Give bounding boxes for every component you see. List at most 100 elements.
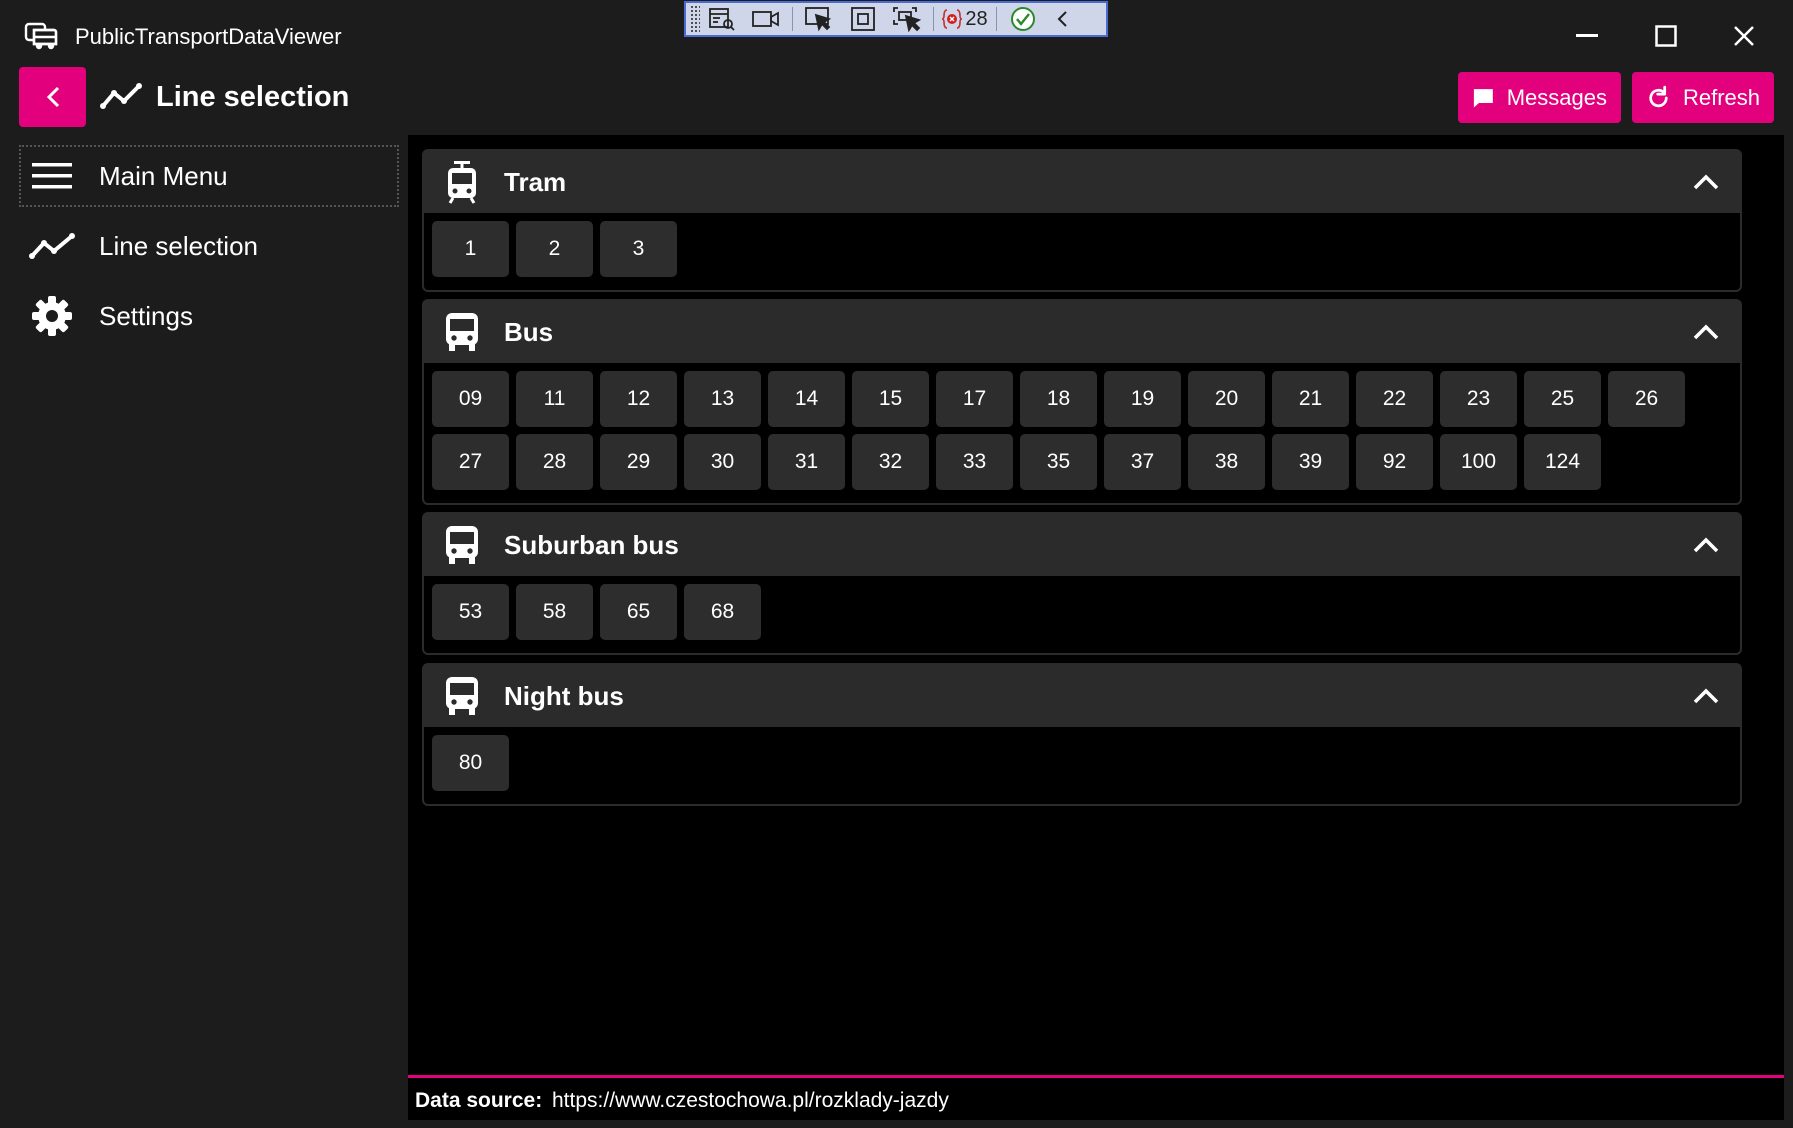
group-header[interactable]: Tram xyxy=(424,151,1740,213)
line-button[interactable]: 68 xyxy=(684,584,761,640)
hamburger-menu-icon xyxy=(27,156,77,196)
line-button[interactable]: 11 xyxy=(516,371,593,427)
line-button[interactable]: 17 xyxy=(936,371,1013,427)
line-button[interactable]: 09 xyxy=(432,371,509,427)
line-button[interactable]: 20 xyxy=(1188,371,1265,427)
line-button[interactable]: 92 xyxy=(1356,434,1433,490)
line-list: 123 xyxy=(424,213,1740,284)
sidebar-item-main-menu[interactable]: Main Menu xyxy=(19,145,399,207)
debug-toolbar: 28 xyxy=(684,1,1108,37)
line-button[interactable]: 28 xyxy=(516,434,593,490)
line-button[interactable]: 37 xyxy=(1104,434,1181,490)
messages-label: Messages xyxy=(1506,84,1607,110)
line-button[interactable]: 1 xyxy=(432,221,509,277)
night-bus-group: Night bus 80 xyxy=(422,663,1742,806)
line-chart-icon xyxy=(27,226,77,266)
line-button[interactable]: 18 xyxy=(1020,371,1097,427)
select-pointer-icon xyxy=(805,7,832,32)
line-button[interactable]: 53 xyxy=(432,584,509,640)
chevron-up-icon[interactable] xyxy=(1690,167,1722,197)
line-button[interactable]: 2 xyxy=(516,221,593,277)
line-button[interactable]: 32 xyxy=(852,434,929,490)
line-button[interactable]: 26 xyxy=(1608,371,1685,427)
line-button[interactable]: 80 xyxy=(432,735,509,791)
line-button[interactable]: 23 xyxy=(1440,371,1517,427)
line-button[interactable]: 35 xyxy=(1020,434,1097,490)
group-title: Tram xyxy=(504,166,567,197)
bus-group: Bus 09 11 12 13 14 15 17 18 19 20 21 22 23 25 26 27 28 29… xyxy=(422,299,1742,505)
line-button[interactable]: 14 xyxy=(768,371,845,427)
line-button[interactable]: 13 xyxy=(684,371,761,427)
refresh-button[interactable]: Refresh xyxy=(1632,72,1774,123)
line-list: 09 11 12 13 14 15 17 18 19 20 21 22 23 25 26 27 28 29 30 31… xyxy=(424,363,1740,497)
binding-failures-button[interactable]: 28 xyxy=(938,4,992,34)
suburban-bus-group: Suburban bus 53 58 65 68 xyxy=(422,512,1742,655)
line-button[interactable]: 29 xyxy=(600,434,677,490)
select-element-button[interactable] xyxy=(797,4,841,34)
chevron-up-icon[interactable] xyxy=(1690,530,1722,560)
refresh-icon xyxy=(1649,85,1668,107)
maximize-icon xyxy=(1655,25,1677,47)
messages-button[interactable]: Messages xyxy=(1458,72,1621,123)
group-header[interactable]: Bus xyxy=(424,301,1740,363)
app-title: PublicTransportDataViewer xyxy=(75,24,342,49)
line-button[interactable]: 27 xyxy=(432,434,509,490)
line-button[interactable]: 33 xyxy=(936,434,1013,490)
bus-icon xyxy=(442,674,482,718)
line-button[interactable]: 15 xyxy=(852,371,929,427)
visual-tree-icon xyxy=(709,8,735,31)
chevron-up-icon[interactable] xyxy=(1690,681,1722,711)
line-button[interactable]: 22 xyxy=(1356,371,1433,427)
minimize-icon xyxy=(1576,34,1598,37)
line-button[interactable]: 25 xyxy=(1524,371,1601,427)
line-list: 53 58 65 68 xyxy=(424,576,1740,647)
sidebar-item-settings[interactable]: Settings xyxy=(19,285,399,347)
check-circle-icon xyxy=(1011,7,1035,31)
hot-reload-status-button[interactable] xyxy=(1001,4,1045,34)
close-icon xyxy=(1734,26,1754,46)
gear-icon xyxy=(27,296,77,336)
maximize-button[interactable] xyxy=(1646,18,1686,54)
back-button[interactable] xyxy=(19,67,86,127)
toolbar-grip[interactable] xyxy=(690,5,700,33)
track-focus-icon xyxy=(893,7,922,32)
line-button[interactable]: 21 xyxy=(1272,371,1349,427)
display-layout-adorners-button[interactable] xyxy=(841,4,885,34)
data-source-label: Data source: xyxy=(415,1089,543,1112)
line-button[interactable]: 38 xyxy=(1188,434,1265,490)
line-button[interactable]: 65 xyxy=(600,584,677,640)
group-header[interactable]: Suburban bus xyxy=(424,514,1740,576)
sidebar-item-label: Line selection xyxy=(99,230,258,261)
group-header[interactable]: Night bus xyxy=(424,665,1740,727)
app-window: PublicTransportDataViewer 28 Line select… xyxy=(0,0,1793,1128)
line-button[interactable]: 58 xyxy=(516,584,593,640)
binding-failure-icon xyxy=(942,9,963,29)
line-selection-panel: Tram 123 Bus 09 11 12 13 14 15 17 18 19 20 xyxy=(408,135,1784,1077)
line-button[interactable]: 100 xyxy=(1440,434,1517,490)
record-button[interactable] xyxy=(744,4,788,34)
collapse-toolbar-button[interactable] xyxy=(1045,4,1079,34)
group-title: Suburban bus xyxy=(504,529,679,560)
line-button[interactable]: 12 xyxy=(600,371,677,427)
line-button[interactable]: 39 xyxy=(1272,434,1349,490)
close-button[interactable] xyxy=(1724,18,1764,54)
minimize-button[interactable] xyxy=(1567,18,1607,54)
sidebar-item-label: Main Menu xyxy=(99,160,228,191)
line-list: 80 xyxy=(424,727,1740,798)
chevron-up-icon[interactable] xyxy=(1690,317,1722,347)
group-title: Bus xyxy=(504,316,554,347)
app-bus-icon xyxy=(24,22,58,50)
line-button[interactable]: 124 xyxy=(1524,434,1601,490)
video-camera-icon xyxy=(752,11,779,27)
line-button[interactable]: 19 xyxy=(1104,371,1181,427)
tram-icon xyxy=(442,160,482,204)
line-button[interactable]: 3 xyxy=(600,221,677,277)
line-chart-icon xyxy=(99,82,143,112)
live-visual-tree-button[interactable] xyxy=(700,4,744,34)
sidebar-item-line-selection[interactable]: Line selection xyxy=(19,215,399,277)
track-focused-element-button[interactable] xyxy=(885,4,929,34)
chevron-left-icon xyxy=(1057,11,1067,27)
line-button[interactable]: 30 xyxy=(684,434,761,490)
page-title: Line selection xyxy=(156,81,350,113)
line-button[interactable]: 31 xyxy=(768,434,845,490)
